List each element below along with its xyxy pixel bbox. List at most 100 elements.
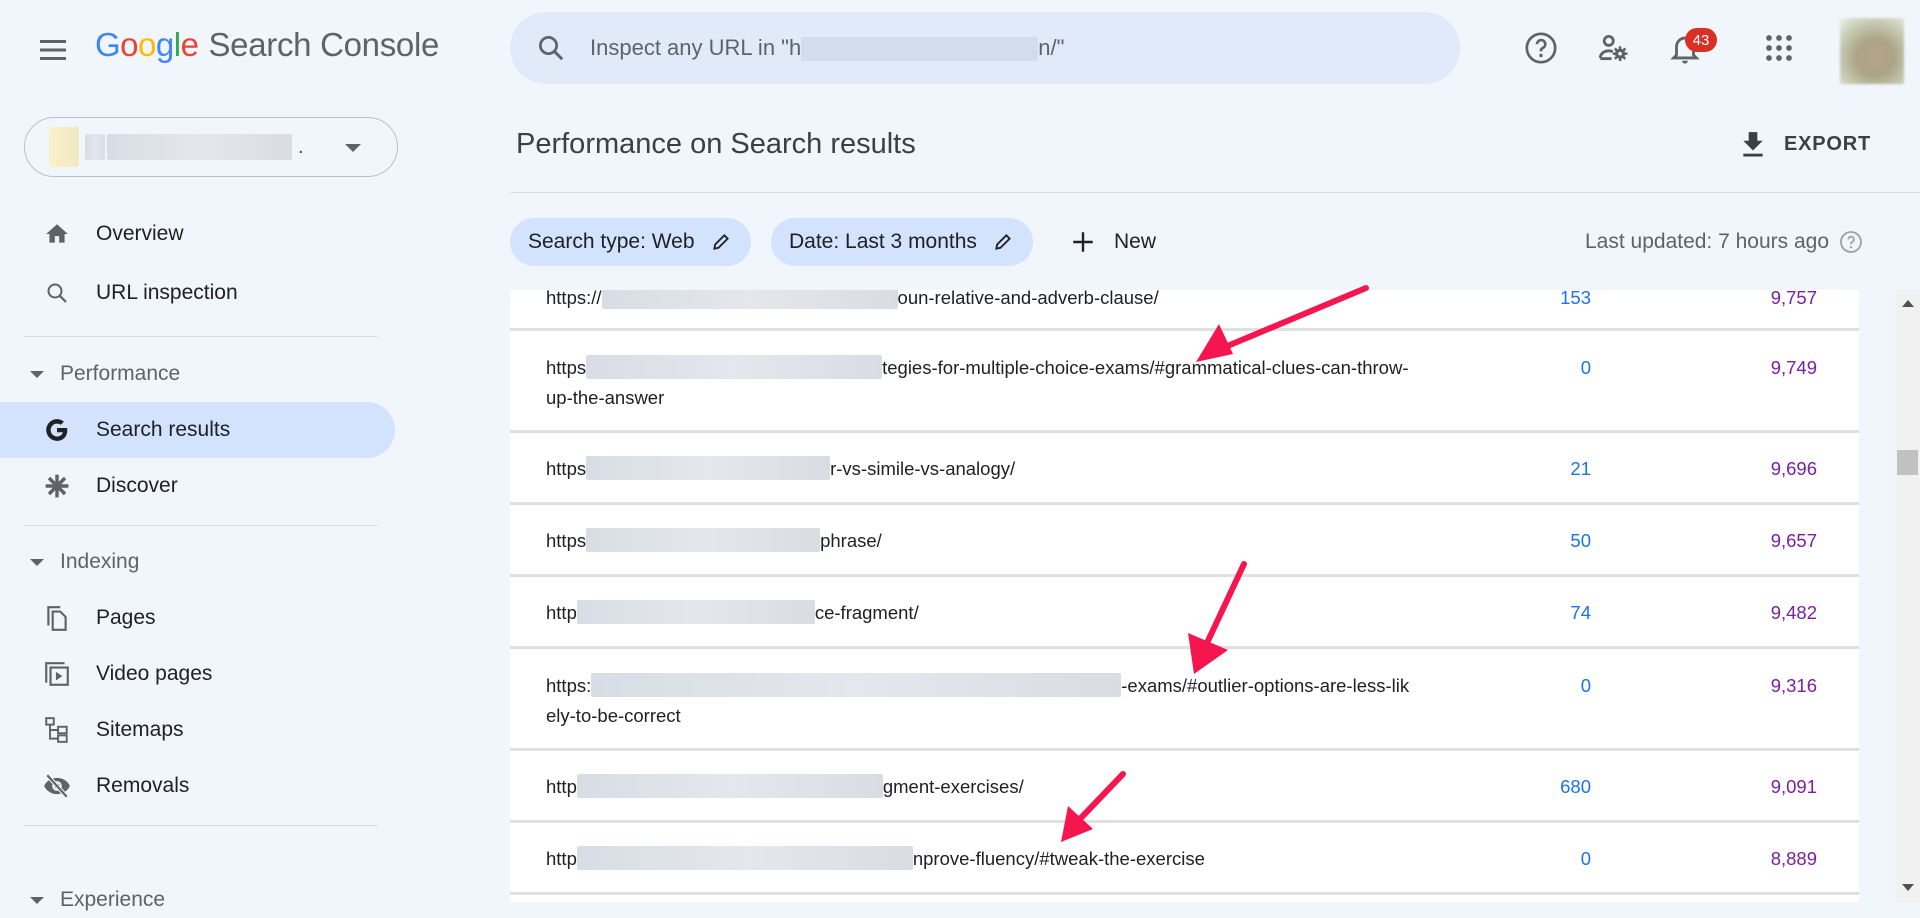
property-selector[interactable]: . [24,117,398,177]
dropdown-caret-icon [345,144,361,152]
sidebar-item-label: Discover [96,474,178,497]
edit-pencil-icon [995,234,1011,250]
scroll-thumb[interactable] [1897,450,1918,475]
notifications-button[interactable]: 43 [1661,24,1717,72]
table-row[interactable]: https: -exams/#outlier-options-are-less-l… [510,649,1859,751]
asterisk-icon [42,471,72,501]
clicks-value: 0 [1580,848,1591,869]
sitemap-icon [42,715,72,745]
page-url[interactable]: https tegies-for-multiple-choice-exams/#g… [546,353,1416,413]
help-button[interactable] [1517,24,1565,72]
sidebar-item-label: Pages [96,606,156,629]
account-avatar[interactable] [1840,18,1904,84]
search-placeholder-prefix: Inspect any URL in "h [590,34,802,60]
help-icon [1525,32,1557,64]
scroll-down-arrow-icon[interactable] [1902,884,1914,891]
export-label: EXPORT [1784,132,1872,155]
sidebar-item-pages[interactable]: Pages [0,590,395,646]
page-url[interactable]: http ce-fragment/ [546,598,1416,628]
property-favicon [49,127,79,167]
search-icon [539,36,564,61]
redacted-url-part [576,774,883,798]
google-wordmark: Google [95,26,199,64]
filter-chip-label: Search type: Web [528,230,695,253]
logo-letter: g [155,26,174,63]
page-url[interactable]: https:// oun-relative-and-adverb-clause/ [546,290,1416,313]
export-button[interactable]: EXPORT [1740,124,1871,164]
clicks-value: 74 [1570,602,1591,623]
manage-users-button[interactable] [1589,24,1637,72]
search-console-logo[interactable]: Google Search Console [95,26,439,74]
product-name: Search Console [208,26,440,63]
table-scrollbar[interactable] [1895,290,1920,902]
edit-pencil-icon [712,234,729,250]
url-inspection-search[interactable]: Inspect any URL in "h n/" [510,12,1460,84]
redacted-url-part [586,528,821,552]
collapse-caret-icon [30,558,44,566]
page-url[interactable]: https phrase/ [546,526,1416,556]
page-url[interactable]: https r-vs-simile-vs-analogy/ [546,454,1416,484]
redacted-url-part [586,456,831,480]
url-suffix: r-vs-simile-vs-analogy/ [830,458,1016,479]
table-row[interactable]: http nprove-fluency/#tweak-the-exercise 0… [510,823,1859,895]
add-filter-button[interactable]: New [1070,218,1156,266]
main-menu-button[interactable] [38,36,68,64]
page-url[interactable]: http gment-exercises/ [546,772,1416,802]
collapse-caret-icon [30,896,44,904]
google-apps-button[interactable] [1755,24,1803,72]
sidebar-item-sitemaps[interactable]: Sitemaps [0,702,395,758]
last-updated-text: Last updated: 7 hours ago [1585,230,1830,253]
sidebar-section-label: Experience [60,888,166,911]
sidebar-section-indexing[interactable]: Indexing [30,544,139,580]
redacted-property-name [85,134,105,160]
table-row[interactable]: https tegies-for-multiple-choice-exams/#g… [510,331,1859,433]
scroll-up-arrow-icon[interactable] [1902,300,1914,307]
page-url[interactable]: https: -exams/#outlier-options-are-less-l… [546,671,1416,731]
last-updated-status: Last updated: 7 hours ago [1585,226,1863,258]
table-row[interactable]: http gment-exercises/ 680 9,091 [510,751,1859,823]
sidebar-item-label: Search results [96,418,231,441]
url-prefix: https: [546,675,592,696]
sidebar-item-label: Sitemaps [96,718,184,741]
clicks-value: 680 [1560,776,1591,797]
sidebar-item-discover[interactable]: Discover [0,458,395,514]
clicks-value: 0 [1580,675,1591,696]
search-input[interactable]: Inspect any URL in "h n/" [590,34,1064,62]
filter-chip-date[interactable]: Date: Last 3 months [771,218,1033,266]
impressions-value: 9,657 [1770,530,1817,551]
google-g-icon [42,415,72,445]
header-actions: 43 [1500,18,1803,78]
page-url[interactable]: http nprove-fluency/#tweak-the-exercise [546,844,1416,874]
impressions-value: 9,316 [1770,675,1817,696]
clicks-value: 21 [1570,458,1591,479]
logo-letter: o [120,26,139,63]
sidebar-item-label: Overview [96,222,184,245]
property-name-ellipsis: . [298,135,304,158]
sidebar-item-label: URL inspection [96,281,238,304]
sidebar-section-label: Indexing [60,550,140,573]
video-pages-icon [42,659,72,689]
impressions-value: 9,091 [1770,776,1817,797]
url-prefix: https:// [546,290,602,308]
help-icon[interactable] [1839,230,1863,254]
table-row[interactable]: http ce-fragment/ 74 9,482 [510,577,1859,649]
manage-accounts-icon [1598,34,1628,62]
sidebar-item-overview[interactable]: Overview [0,206,395,262]
table-row[interactable]: https://oun-relative-and-adverb-clause/ … [510,290,1859,331]
pages-icon [42,603,72,633]
table-row[interactable]: https phrase/ 50 9,657 [510,505,1859,577]
visibility-off-icon [42,771,72,801]
header-divider [510,192,1920,193]
url-suffix: nprove-fluency/#tweak-the-exercise [912,848,1205,869]
logo-letter: o [138,26,156,63]
filter-chip-search-type[interactable]: Search type: Web [510,218,751,266]
sidebar-section-performance[interactable]: Performance [30,356,180,392]
sidebar-item-url-inspection[interactable]: URL inspection [0,265,395,321]
notification-count-badge: 43 [1685,28,1717,52]
sidebar-item-removals[interactable]: Removals [0,758,395,814]
sidebar-item-video-pages[interactable]: Video pages [0,646,395,702]
sidebar-item-search-results[interactable]: Search results [0,402,395,458]
sidebar-divider [24,336,378,337]
sidebar-section-experience[interactable]: Experience [30,882,165,918]
table-row[interactable]: https r-vs-simile-vs-analogy/ 21 9,696 [510,433,1859,505]
